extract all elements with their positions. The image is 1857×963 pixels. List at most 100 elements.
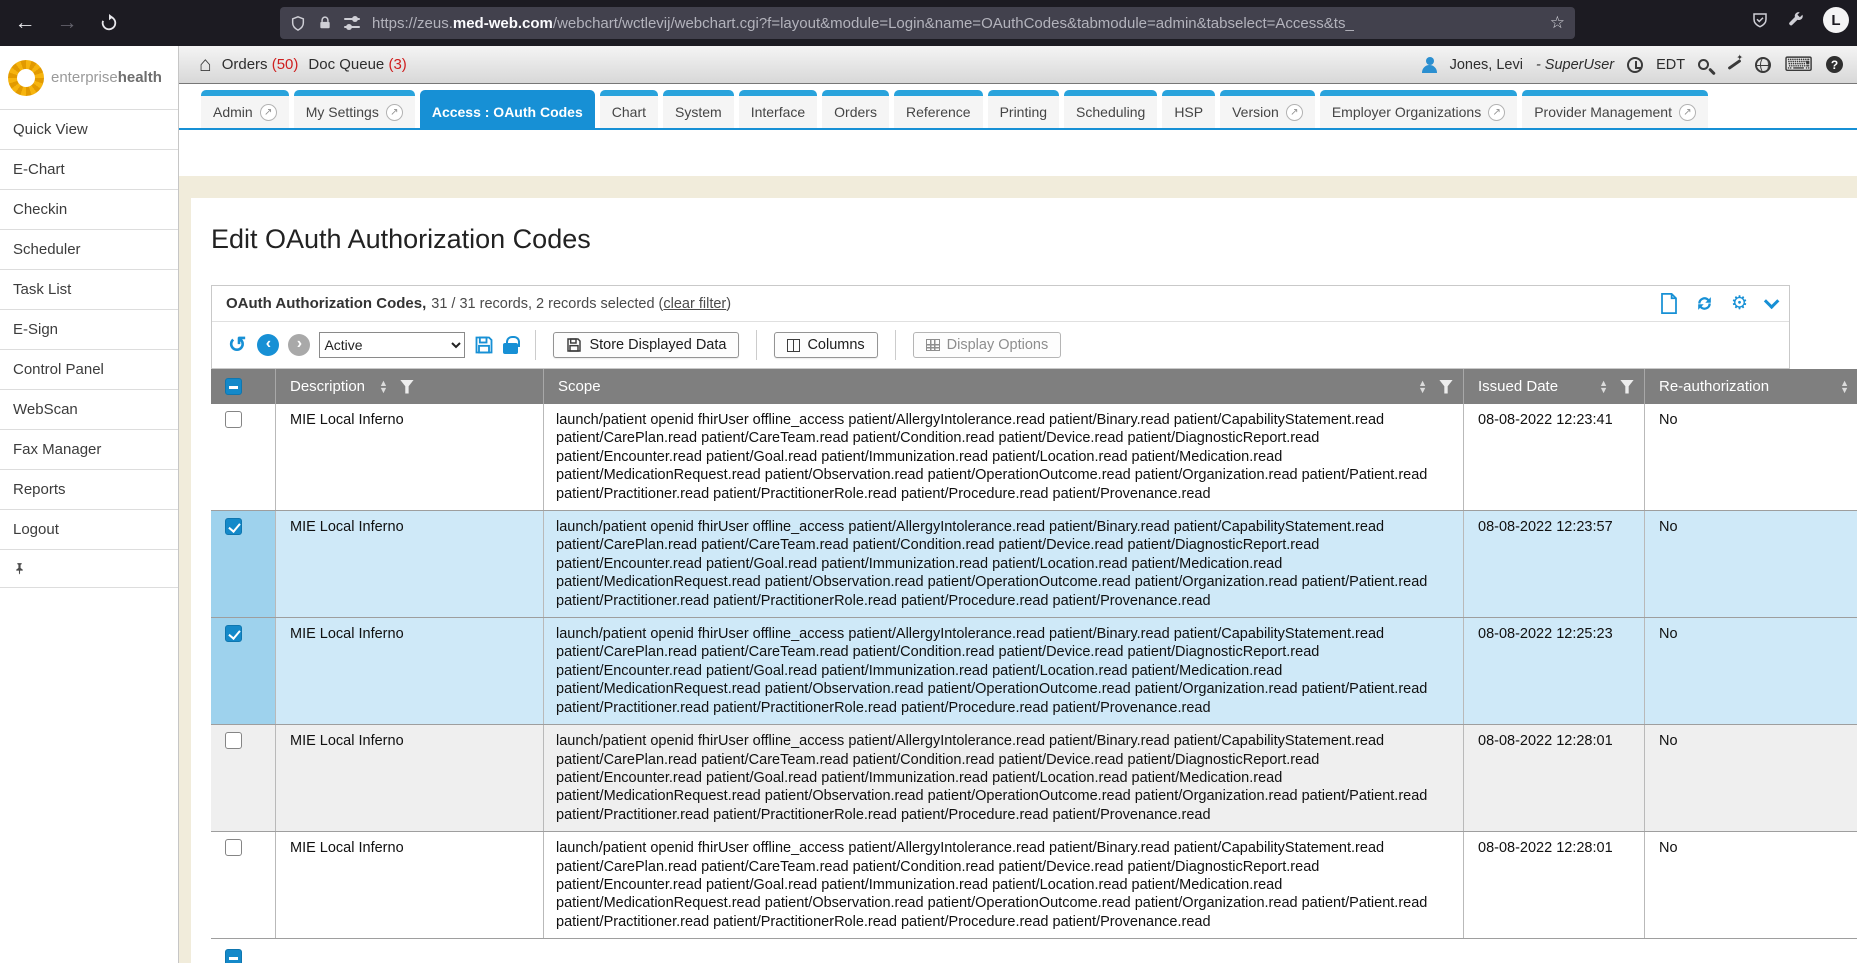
sidebar-item-reports[interactable]: Reports	[0, 470, 178, 510]
tab-system[interactable]: System	[663, 90, 734, 128]
filter-icon[interactable]	[400, 380, 414, 394]
table-row[interactable]: MIE Local Infernolaunch/patient openid f…	[211, 832, 1857, 939]
sort-icon[interactable]: ▲▼	[1599, 380, 1608, 394]
shield-icon[interactable]	[290, 15, 306, 32]
doc-queue-link[interactable]: Doc Queue (3)	[308, 56, 406, 73]
browser-chrome: ← → https://zeus.med-web.com/webchart/wc…	[0, 0, 1857, 46]
select-all-header-cell	[211, 369, 276, 404]
sidebar-item-control-panel[interactable]: Control Panel	[0, 350, 178, 390]
user-name[interactable]: Jones, Levi	[1450, 57, 1523, 73]
tab-chart[interactable]: Chart	[600, 90, 658, 128]
external-link-icon[interactable]: ↗	[1286, 104, 1303, 121]
filter-title: OAuth Authorization Codes,	[226, 295, 426, 312]
tab-label: Interface	[751, 104, 805, 120]
external-link-icon[interactable]: ↗	[260, 104, 277, 121]
select-all-checkbox[interactable]	[225, 949, 242, 963]
browser-refresh-button[interactable]	[92, 7, 126, 39]
sort-icon[interactable]: ▲▼	[379, 380, 388, 394]
keyboard-icon[interactable]: ⌨	[1784, 55, 1813, 75]
row-issued-date: 08-08-2022 12:23:41	[1464, 404, 1645, 510]
row-checkbox[interactable]	[225, 518, 242, 535]
tab-admin[interactable]: Admin↗	[201, 90, 289, 128]
row-re-authorization: No	[1645, 404, 1857, 510]
tab-printing[interactable]: Printing	[988, 90, 1059, 128]
header-issued-date[interactable]: Issued Date▲▼	[1464, 369, 1645, 404]
globe-icon[interactable]	[1755, 57, 1771, 73]
columns-button[interactable]: Columns	[774, 332, 877, 358]
row-re-authorization: No	[1645, 618, 1857, 724]
row-checkbox[interactable]	[225, 732, 242, 749]
table-header: Description▲▼ Scope▲▼ Issued Date▲▼ Re-a…	[211, 369, 1857, 404]
document-icon[interactable]	[1660, 293, 1678, 314]
sidebar-item-e-chart[interactable]: E-Chart	[0, 150, 178, 190]
wrench-icon[interactable]	[1787, 11, 1805, 29]
tab-reference[interactable]: Reference	[894, 90, 983, 128]
tab-hsp[interactable]: HSP	[1162, 90, 1215, 128]
tab-employer-organizations[interactable]: Employer Organizations↗	[1320, 90, 1517, 128]
tab-my-settings[interactable]: My Settings↗	[294, 90, 415, 128]
prev-page-button[interactable]: ‹	[257, 334, 279, 356]
tab-scheduling[interactable]: Scheduling	[1064, 90, 1157, 128]
table-row[interactable]: MIE Local Infernolaunch/patient openid f…	[211, 618, 1857, 725]
row-checkbox[interactable]	[225, 625, 242, 642]
pocket-shield-icon[interactable]	[1751, 11, 1769, 29]
lock-icon[interactable]	[503, 343, 518, 354]
main-panel: Edit OAuth Authorization Codes OAuth Aut…	[191, 198, 1857, 963]
store-displayed-data-button[interactable]: Store Displayed Data	[553, 332, 739, 358]
header-re-authorization[interactable]: Re-authorization▲▼	[1645, 369, 1857, 404]
help-icon[interactable]: ?	[1826, 56, 1843, 73]
external-link-icon[interactable]: ↗	[1679, 104, 1696, 121]
clear-filter-link[interactable]: clear filter	[663, 296, 726, 312]
next-page-button[interactable]: ›	[288, 334, 310, 356]
tab-interface[interactable]: Interface	[739, 90, 817, 128]
gear-icon[interactable]: ⚙	[1731, 294, 1748, 313]
sidebar-item-webscan[interactable]: WebScan	[0, 390, 178, 430]
collapse-chevron-icon[interactable]	[1764, 294, 1780, 310]
filter-icon[interactable]	[1439, 380, 1453, 394]
header-description[interactable]: Description▲▼	[276, 369, 544, 404]
sidebar-item-quick-view[interactable]: Quick View	[0, 110, 178, 150]
sidebar-item-task-list[interactable]: Task List	[0, 270, 178, 310]
sidebar-item-checkin[interactable]: Checkin	[0, 190, 178, 230]
save-icon[interactable]	[474, 335, 494, 355]
home-icon[interactable]: ⌂	[199, 54, 212, 75]
status-filter-select[interactable]: Active	[319, 332, 465, 358]
refresh-icon[interactable]	[1694, 294, 1715, 313]
avatar-icon[interactable]: L	[1823, 7, 1849, 33]
search-icon[interactable]	[1698, 59, 1709, 70]
external-link-icon[interactable]: ↗	[1488, 104, 1505, 121]
row-checkbox[interactable]	[225, 411, 242, 428]
tab-access-oauth-codes[interactable]: Access : OAuth Codes	[420, 90, 595, 128]
sort-icon[interactable]: ▲▼	[1418, 380, 1427, 394]
clock-icon[interactable]	[1627, 57, 1643, 73]
browser-forward-button[interactable]: →	[50, 7, 84, 39]
orders-link[interactable]: Orders (50)	[222, 56, 299, 73]
wand-icon[interactable]	[1726, 57, 1742, 73]
sidebar-item-scheduler[interactable]: Scheduler	[0, 230, 178, 270]
filter-icon[interactable]	[1620, 380, 1634, 394]
sidebar-item-logout[interactable]: Logout	[0, 510, 178, 550]
sidebar-pin[interactable]	[0, 550, 178, 588]
header-scope[interactable]: Scope▲▼	[544, 369, 1464, 404]
bookmark-star-icon[interactable]: ☆	[1550, 13, 1565, 33]
tab-label: HSP	[1174, 104, 1203, 120]
tab-provider-management[interactable]: Provider Management↗	[1522, 90, 1708, 128]
browser-back-button[interactable]: ←	[8, 7, 42, 39]
permissions-icon[interactable]	[344, 17, 360, 29]
sidebar-item-e-sign[interactable]: E-Sign	[0, 310, 178, 350]
lock-icon[interactable]	[318, 15, 332, 31]
display-options-button[interactable]: Display Options	[913, 332, 1062, 358]
url-bar[interactable]: https://zeus.med-web.com/webchart/wctlev…	[280, 7, 1575, 39]
table-row[interactable]: MIE Local Infernolaunch/patient openid f…	[211, 725, 1857, 832]
table-row[interactable]: MIE Local Infernolaunch/patient openid f…	[211, 511, 1857, 618]
external-link-icon[interactable]: ↗	[386, 104, 403, 121]
table-row[interactable]: MIE Local Infernolaunch/patient openid f…	[211, 404, 1857, 511]
tab-orders[interactable]: Orders	[822, 90, 889, 128]
select-all-checkbox[interactable]	[225, 378, 242, 395]
sort-icon[interactable]: ▲▼	[1840, 380, 1849, 394]
undo-icon[interactable]: ↺	[228, 334, 246, 356]
row-checkbox[interactable]	[225, 839, 242, 856]
tab-version[interactable]: Version↗	[1220, 90, 1315, 128]
sidebar-item-fax-manager[interactable]: Fax Manager	[0, 430, 178, 470]
enterprise-health-logo[interactable]: enterprisehealth	[0, 46, 178, 110]
